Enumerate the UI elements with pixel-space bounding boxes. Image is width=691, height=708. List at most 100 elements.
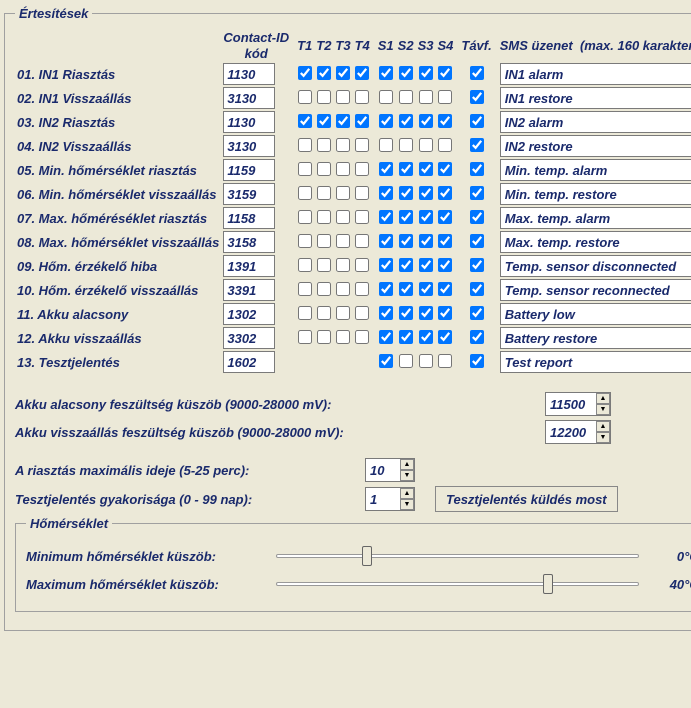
t3-checkbox[interactable]	[336, 162, 350, 176]
s2-checkbox[interactable]	[399, 234, 413, 248]
s4-checkbox[interactable]	[438, 330, 452, 344]
t3-checkbox[interactable]	[336, 234, 350, 248]
s2-checkbox[interactable]	[399, 258, 413, 272]
s2-checkbox[interactable]	[399, 282, 413, 296]
s1-checkbox[interactable]	[379, 90, 393, 104]
s2-checkbox[interactable]	[399, 306, 413, 320]
sms-input[interactable]	[500, 231, 691, 253]
s1-checkbox[interactable]	[379, 162, 393, 176]
t1-checkbox[interactable]	[298, 330, 312, 344]
sms-input[interactable]	[500, 255, 691, 277]
t1-checkbox[interactable]	[298, 114, 312, 128]
tavf-checkbox[interactable]	[470, 354, 484, 368]
temp-max-slider[interactable]	[276, 573, 639, 595]
s1-checkbox[interactable]	[379, 114, 393, 128]
t3-checkbox[interactable]	[336, 90, 350, 104]
s3-checkbox[interactable]	[419, 258, 433, 272]
s1-checkbox[interactable]	[379, 210, 393, 224]
s3-checkbox[interactable]	[419, 354, 433, 368]
s2-checkbox[interactable]	[399, 210, 413, 224]
s4-checkbox[interactable]	[438, 66, 452, 80]
t2-checkbox[interactable]	[317, 90, 331, 104]
tavf-checkbox[interactable]	[470, 90, 484, 104]
send-test-now-button[interactable]: Tesztjelentés küldés most	[435, 486, 618, 512]
code-input[interactable]	[223, 231, 275, 253]
s2-checkbox[interactable]	[399, 162, 413, 176]
t2-checkbox[interactable]	[317, 282, 331, 296]
sms-input[interactable]	[500, 279, 691, 301]
t2-checkbox[interactable]	[317, 162, 331, 176]
t3-checkbox[interactable]	[336, 66, 350, 80]
s4-checkbox[interactable]	[438, 234, 452, 248]
alarm-max-spin[interactable]: ▲ ▼	[365, 458, 415, 482]
t3-checkbox[interactable]	[336, 282, 350, 296]
s2-checkbox[interactable]	[399, 114, 413, 128]
t4-checkbox[interactable]	[355, 66, 369, 80]
s2-checkbox[interactable]	[399, 186, 413, 200]
t3-checkbox[interactable]	[336, 186, 350, 200]
t3-checkbox[interactable]	[336, 258, 350, 272]
s3-checkbox[interactable]	[419, 210, 433, 224]
t4-checkbox[interactable]	[355, 330, 369, 344]
t4-checkbox[interactable]	[355, 306, 369, 320]
t2-checkbox[interactable]	[317, 306, 331, 320]
s4-checkbox[interactable]	[438, 306, 452, 320]
t4-checkbox[interactable]	[355, 234, 369, 248]
s1-checkbox[interactable]	[379, 330, 393, 344]
s4-checkbox[interactable]	[438, 258, 452, 272]
t3-checkbox[interactable]	[336, 330, 350, 344]
s3-checkbox[interactable]	[419, 186, 433, 200]
t2-checkbox[interactable]	[317, 138, 331, 152]
s2-checkbox[interactable]	[399, 138, 413, 152]
tavf-checkbox[interactable]	[470, 258, 484, 272]
code-input[interactable]	[223, 351, 275, 373]
sms-input[interactable]	[500, 183, 691, 205]
temp-min-slider[interactable]	[276, 545, 639, 567]
s1-checkbox[interactable]	[379, 306, 393, 320]
s4-checkbox[interactable]	[438, 162, 452, 176]
test-freq-down[interactable]: ▼	[400, 499, 414, 510]
s4-checkbox[interactable]	[438, 282, 452, 296]
tavf-checkbox[interactable]	[470, 330, 484, 344]
code-input[interactable]	[223, 63, 275, 85]
t4-checkbox[interactable]	[355, 138, 369, 152]
batt-low-input[interactable]	[546, 393, 596, 415]
alarm-max-down[interactable]: ▼	[400, 470, 414, 481]
t4-checkbox[interactable]	[355, 210, 369, 224]
t4-checkbox[interactable]	[355, 258, 369, 272]
s4-checkbox[interactable]	[438, 138, 452, 152]
code-input[interactable]	[223, 303, 275, 325]
t2-checkbox[interactable]	[317, 114, 331, 128]
s4-checkbox[interactable]	[438, 114, 452, 128]
t1-checkbox[interactable]	[298, 138, 312, 152]
test-freq-up[interactable]: ▲	[400, 488, 414, 499]
alarm-max-input[interactable]	[366, 459, 400, 481]
s3-checkbox[interactable]	[419, 138, 433, 152]
sms-input[interactable]	[500, 303, 691, 325]
code-input[interactable]	[223, 111, 275, 133]
batt-rest-down[interactable]: ▼	[596, 432, 610, 443]
sms-input[interactable]	[500, 351, 691, 373]
tavf-checkbox[interactable]	[470, 114, 484, 128]
sms-input[interactable]	[500, 63, 691, 85]
s3-checkbox[interactable]	[419, 90, 433, 104]
test-freq-spin[interactable]: ▲ ▼	[365, 487, 415, 511]
s2-checkbox[interactable]	[399, 66, 413, 80]
s1-checkbox[interactable]	[379, 234, 393, 248]
s3-checkbox[interactable]	[419, 306, 433, 320]
batt-rest-spin[interactable]: ▲ ▼	[545, 420, 611, 444]
code-input[interactable]	[223, 207, 275, 229]
code-input[interactable]	[223, 327, 275, 349]
tavf-checkbox[interactable]	[470, 282, 484, 296]
sms-input[interactable]	[500, 159, 691, 181]
tavf-checkbox[interactable]	[470, 306, 484, 320]
t3-checkbox[interactable]	[336, 138, 350, 152]
test-freq-input[interactable]	[366, 488, 400, 510]
sms-input[interactable]	[500, 111, 691, 133]
t2-checkbox[interactable]	[317, 234, 331, 248]
t4-checkbox[interactable]	[355, 162, 369, 176]
code-input[interactable]	[223, 183, 275, 205]
s2-checkbox[interactable]	[399, 330, 413, 344]
code-input[interactable]	[223, 87, 275, 109]
t4-checkbox[interactable]	[355, 90, 369, 104]
